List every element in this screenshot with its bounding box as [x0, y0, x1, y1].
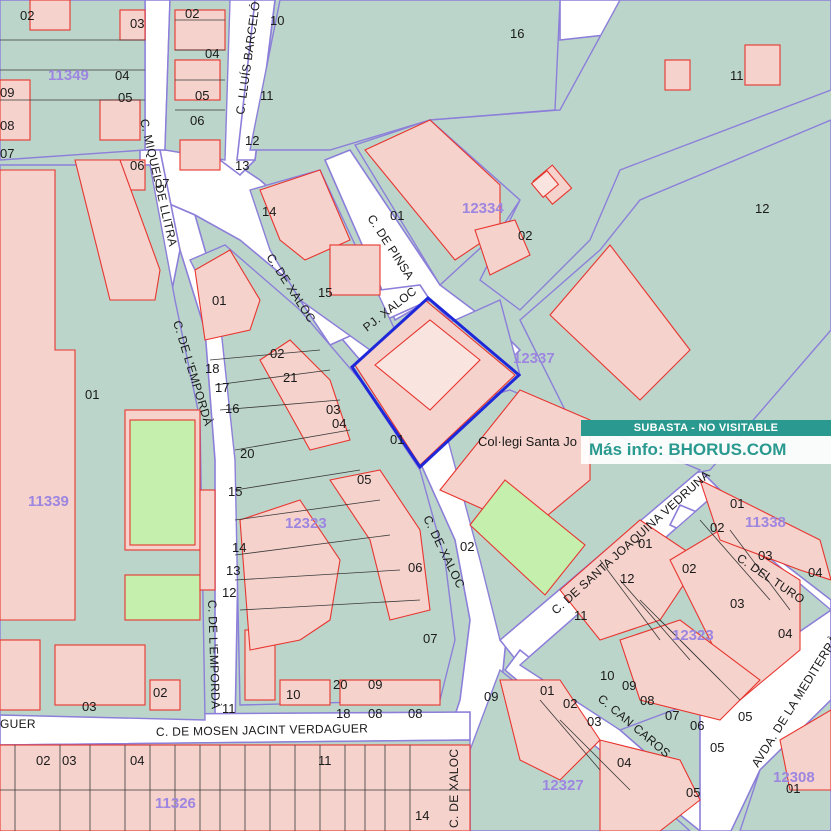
- svg-text:04: 04: [130, 753, 144, 768]
- svg-text:21: 21: [283, 370, 297, 385]
- svg-text:09: 09: [0, 85, 14, 100]
- svg-text:12323: 12323: [672, 627, 714, 644]
- svg-text:11: 11: [260, 88, 274, 103]
- svg-text:12: 12: [755, 201, 769, 216]
- svg-text:01: 01: [212, 293, 226, 308]
- street-label-guer: GUER: [0, 717, 36, 731]
- svg-text:02: 02: [36, 753, 50, 768]
- svg-text:05: 05: [195, 88, 209, 103]
- svg-text:06: 06: [130, 158, 144, 173]
- school-label: Col·legi Santa Jo: [478, 434, 577, 449]
- svg-text:20: 20: [240, 446, 254, 461]
- svg-text:04: 04: [332, 416, 346, 431]
- svg-text:01: 01: [730, 496, 744, 511]
- svg-text:08: 08: [408, 706, 422, 721]
- svg-text:17: 17: [215, 380, 229, 395]
- svg-text:15: 15: [228, 484, 242, 499]
- svg-text:16: 16: [225, 401, 239, 416]
- svg-text:10: 10: [286, 687, 300, 702]
- svg-text:14: 14: [232, 540, 246, 555]
- svg-text:11326: 11326: [155, 795, 196, 812]
- svg-text:02: 02: [682, 561, 696, 576]
- svg-text:20: 20: [333, 677, 347, 692]
- svg-text:06: 06: [408, 560, 422, 575]
- svg-text:09: 09: [368, 677, 382, 692]
- svg-text:03: 03: [326, 402, 340, 417]
- svg-text:03: 03: [82, 699, 96, 714]
- svg-text:06: 06: [190, 113, 204, 128]
- svg-text:12327: 12327: [542, 777, 584, 794]
- svg-text:18: 18: [336, 706, 350, 721]
- svg-text:07: 07: [0, 146, 14, 161]
- svg-text:03: 03: [130, 16, 144, 31]
- svg-text:08: 08: [640, 693, 654, 708]
- svg-text:11339: 11339: [28, 493, 69, 510]
- more-info-link[interactable]: Más info: BHORUS.COM: [581, 436, 831, 464]
- svg-text:13: 13: [235, 158, 249, 173]
- svg-text:01: 01: [85, 387, 99, 402]
- svg-text:14: 14: [262, 204, 276, 219]
- svg-text:02: 02: [563, 696, 577, 711]
- svg-text:02: 02: [185, 6, 199, 21]
- svg-text:07: 07: [665, 708, 679, 723]
- cadastral-map[interactable]: 02 03 04 05 09 08 07 06 07 02 04 05 06 1…: [0, 0, 831, 831]
- svg-text:02: 02: [710, 520, 724, 535]
- svg-text:03: 03: [758, 548, 772, 563]
- svg-text:12308: 12308: [773, 769, 815, 786]
- auction-status-label: SUBASTA - NO VISITABLE: [581, 420, 831, 436]
- svg-text:05: 05: [686, 785, 700, 800]
- svg-text:02: 02: [270, 346, 284, 361]
- svg-text:07: 07: [423, 631, 437, 646]
- svg-text:05: 05: [118, 90, 132, 105]
- svg-text:14: 14: [415, 808, 429, 823]
- svg-text:12: 12: [222, 585, 236, 600]
- svg-text:08: 08: [368, 706, 382, 721]
- svg-text:02: 02: [460, 539, 474, 554]
- svg-text:02: 02: [518, 228, 532, 243]
- svg-text:11: 11: [222, 701, 236, 716]
- svg-text:02: 02: [153, 685, 167, 700]
- svg-text:04: 04: [808, 565, 822, 580]
- svg-text:04: 04: [205, 46, 219, 61]
- svg-text:05: 05: [738, 709, 752, 724]
- svg-text:11349: 11349: [48, 67, 89, 84]
- svg-text:09: 09: [484, 689, 498, 704]
- svg-text:12337: 12337: [513, 350, 555, 367]
- svg-text:05: 05: [357, 472, 371, 487]
- svg-text:12: 12: [620, 571, 634, 586]
- svg-text:02: 02: [20, 8, 34, 23]
- svg-text:04: 04: [617, 755, 631, 770]
- svg-text:12323: 12323: [285, 515, 327, 532]
- svg-text:09: 09: [622, 678, 636, 693]
- svg-text:04: 04: [778, 626, 792, 641]
- svg-text:03: 03: [62, 753, 76, 768]
- svg-text:15: 15: [318, 285, 332, 300]
- svg-text:01: 01: [390, 208, 404, 223]
- svg-text:08: 08: [0, 118, 14, 133]
- svg-text:06: 06: [690, 718, 704, 733]
- street-label-xaloc-3: C. DE XALOC: [447, 749, 461, 828]
- svg-text:11: 11: [318, 753, 332, 768]
- auction-banner[interactable]: SUBASTA - NO VISITABLE Más info: BHORUS.…: [581, 420, 831, 464]
- svg-text:18: 18: [205, 361, 219, 376]
- svg-text:05: 05: [710, 740, 724, 755]
- svg-text:03: 03: [730, 596, 744, 611]
- svg-text:10: 10: [270, 13, 284, 28]
- svg-text:01: 01: [540, 683, 554, 698]
- svg-text:10: 10: [600, 668, 614, 683]
- svg-text:11: 11: [574, 608, 588, 623]
- svg-text:04: 04: [115, 68, 129, 83]
- svg-text:11: 11: [730, 68, 744, 83]
- svg-text:01: 01: [390, 432, 404, 447]
- svg-text:12334: 12334: [462, 200, 504, 217]
- svg-text:13: 13: [226, 563, 240, 578]
- svg-text:12: 12: [245, 133, 259, 148]
- svg-text:16: 16: [510, 26, 524, 41]
- svg-text:11338: 11338: [745, 514, 786, 531]
- svg-text:03: 03: [587, 714, 601, 729]
